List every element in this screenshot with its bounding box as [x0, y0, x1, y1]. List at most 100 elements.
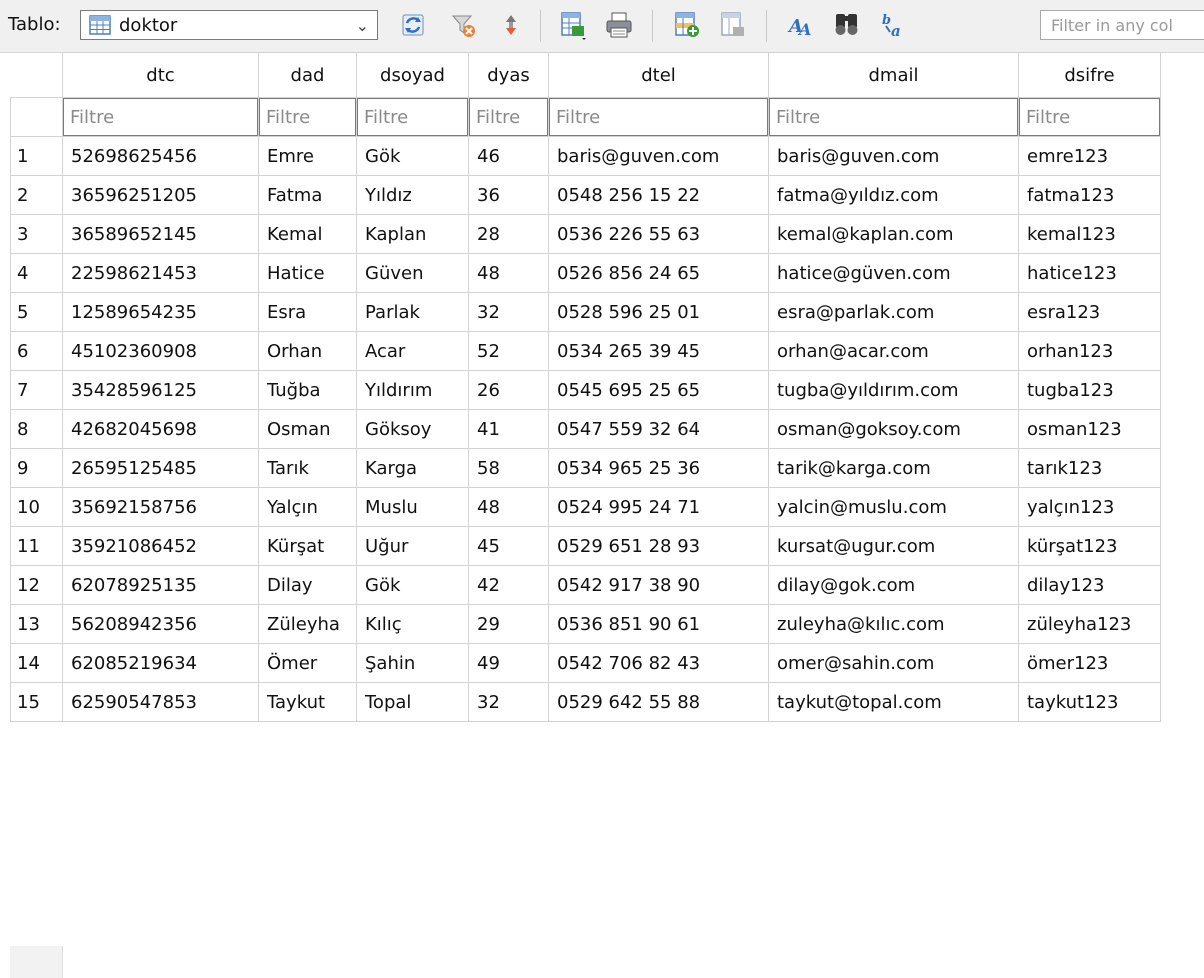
cell-dsoyad[interactable]: Yıldız	[356, 175, 469, 215]
row-number[interactable]: 8	[10, 409, 63, 449]
cell-dsifre[interactable]: tarık123	[1018, 448, 1161, 488]
table-row[interactable]: 4 22598621453 Hatice Güven 48 0526 856 24 65 h…	[10, 253, 1161, 293]
cell-dyas[interactable]: 49	[468, 643, 549, 683]
column-header-dyas[interactable]: dyas	[468, 52, 549, 98]
cell-dmail[interactable]: zuleyha@kılıc.com	[768, 604, 1019, 644]
cell-dtel[interactable]: 0528 596 25 01	[548, 292, 769, 332]
cell-dmail[interactable]: tugba@yıldırım.com	[768, 370, 1019, 410]
cell-dsoyad[interactable]: Acar	[356, 331, 469, 371]
cell-dyas[interactable]: 28	[468, 214, 549, 254]
row-number[interactable]: 4	[10, 253, 63, 293]
cell-dmail[interactable]: tarik@karga.com	[768, 448, 1019, 488]
cell-dtc[interactable]: 35921086452	[62, 526, 259, 566]
cell-dad[interactable]: Hatice	[258, 253, 357, 293]
cell-dyas[interactable]: 41	[468, 409, 549, 449]
cell-dmail[interactable]: taykut@topal.com	[768, 682, 1019, 722]
cell-dsoyad[interactable]: Karga	[356, 448, 469, 488]
cell-dad[interactable]: Osman	[258, 409, 357, 449]
row-number[interactable]: 9	[10, 448, 63, 488]
row-number[interactable]: 14	[10, 643, 63, 683]
table-row[interactable]: 13 56208942356 Züleyha Kılıç 29 0536 851 90 6…	[10, 604, 1161, 644]
cell-dtel[interactable]: 0536 851 90 61	[548, 604, 769, 644]
cell-dad[interactable]: Kürşat	[258, 526, 357, 566]
cell-dmail[interactable]: baris@guven.com	[768, 136, 1019, 176]
cell-dsoyad[interactable]: Kaplan	[356, 214, 469, 254]
cell-dtc[interactable]: 45102360908	[62, 331, 259, 371]
cell-dtc[interactable]: 35428596125	[62, 370, 259, 410]
table-row[interactable]: 10 35692158756 Yalçın Muslu 48 0524 995 24 71…	[10, 487, 1161, 527]
cell-dtc[interactable]: 52698625456	[62, 136, 259, 176]
cell-dad[interactable]: Orhan	[258, 331, 357, 371]
filter-any-column-input[interactable]	[1041, 11, 1204, 39]
cell-dsoyad[interactable]: Gök	[356, 565, 469, 605]
cell-dyas[interactable]: 29	[468, 604, 549, 644]
cell-dsifre[interactable]: yalçın123	[1018, 487, 1161, 527]
filter-any-column-box[interactable]	[1040, 10, 1204, 40]
filter-input-dtel[interactable]	[549, 98, 768, 136]
save-table-button[interactable]	[556, 8, 590, 42]
cell-dyas[interactable]: 48	[468, 487, 549, 527]
cell-dsoyad[interactable]: Gök	[356, 136, 469, 176]
row-number[interactable]: 6	[10, 331, 63, 371]
cell-dsifre[interactable]: ömer123	[1018, 643, 1161, 683]
row-number[interactable]: 15	[10, 682, 63, 722]
row-number[interactable]: 10	[10, 487, 63, 527]
column-header-dsifre[interactable]: dsifre	[1018, 52, 1161, 98]
cell-dad[interactable]: Yalçın	[258, 487, 357, 527]
cell-dtel[interactable]: 0534 965 25 36	[548, 448, 769, 488]
cell-dsoyad[interactable]: Yıldırım	[356, 370, 469, 410]
cell-dtel[interactable]: 0534 265 39 45	[548, 331, 769, 371]
cell-dad[interactable]: Emre	[258, 136, 357, 176]
refresh-button[interactable]	[396, 8, 430, 42]
cell-dad[interactable]: Züleyha	[258, 604, 357, 644]
cell-dsifre[interactable]: dilay123	[1018, 565, 1161, 605]
cell-dtel[interactable]: 0526 856 24 65	[548, 253, 769, 293]
cell-dad[interactable]: Tuğba	[258, 370, 357, 410]
column-header-dsoyad[interactable]: dsoyad	[356, 52, 469, 98]
cell-dtc[interactable]: 12589654235	[62, 292, 259, 332]
cell-dmail[interactable]: orhan@acar.com	[768, 331, 1019, 371]
cell-dad[interactable]: Esra	[258, 292, 357, 332]
cell-dad[interactable]: Fatma	[258, 175, 357, 215]
cell-dyas[interactable]: 46	[468, 136, 549, 176]
clear-filters-button[interactable]	[446, 8, 480, 42]
cell-dsifre[interactable]: fatma123	[1018, 175, 1161, 215]
filter-input-dtc[interactable]	[63, 98, 258, 136]
font-button[interactable]: A A	[784, 8, 818, 42]
cell-dtc[interactable]: 36589652145	[62, 214, 259, 254]
find-replace-button[interactable]: b a	[876, 8, 910, 42]
cell-dsifre[interactable]: esra123	[1018, 292, 1161, 332]
new-record-button[interactable]	[670, 8, 704, 42]
cell-dyas[interactable]: 52	[468, 331, 549, 371]
cell-dtel[interactable]: 0545 695 25 65	[548, 370, 769, 410]
row-number[interactable]: 2	[10, 175, 63, 215]
cell-dsoyad[interactable]: Kılıç	[356, 604, 469, 644]
cell-dad[interactable]: Taykut	[258, 682, 357, 722]
cell-dtel[interactable]: 0529 651 28 93	[548, 526, 769, 566]
cell-dtel[interactable]: 0542 706 82 43	[548, 643, 769, 683]
row-number[interactable]: 11	[10, 526, 63, 566]
cell-dsifre[interactable]: kemal123	[1018, 214, 1161, 254]
cell-dmail[interactable]: omer@sahin.com	[768, 643, 1019, 683]
row-number[interactable]: 5	[10, 292, 63, 332]
filter-input-dyas[interactable]	[469, 98, 548, 136]
cell-dsoyad[interactable]: Topal	[356, 682, 469, 722]
filter-input-dad[interactable]	[259, 98, 356, 136]
cell-dsifre[interactable]: orhan123	[1018, 331, 1161, 371]
delete-record-button[interactable]	[716, 8, 750, 42]
row-number[interactable]: 13	[10, 604, 63, 644]
cell-dsifre[interactable]: kürşat123	[1018, 526, 1161, 566]
cell-dtel[interactable]: 0536 226 55 63	[548, 214, 769, 254]
cell-dmail[interactable]: osman@goksoy.com	[768, 409, 1019, 449]
cell-dyas[interactable]: 26	[468, 370, 549, 410]
find-button[interactable]	[830, 8, 864, 42]
cell-dtel[interactable]: 0547 559 32 64	[548, 409, 769, 449]
table-row[interactable]: 11 35921086452 Kürşat Uğur 45 0529 651 28 93 k…	[10, 526, 1161, 566]
cell-dsifre[interactable]: hatice123	[1018, 253, 1161, 293]
cell-dad[interactable]: Tarık	[258, 448, 357, 488]
cell-dyas[interactable]: 45	[468, 526, 549, 566]
cell-dyas[interactable]: 48	[468, 253, 549, 293]
cell-dtel[interactable]: 0529 642 55 88	[548, 682, 769, 722]
table-row[interactable]: 8 42682045698 Osman Göksoy 41 0547 559 32 64 o…	[10, 409, 1161, 449]
cell-dtel[interactable]: baris@guven.com	[548, 136, 769, 176]
